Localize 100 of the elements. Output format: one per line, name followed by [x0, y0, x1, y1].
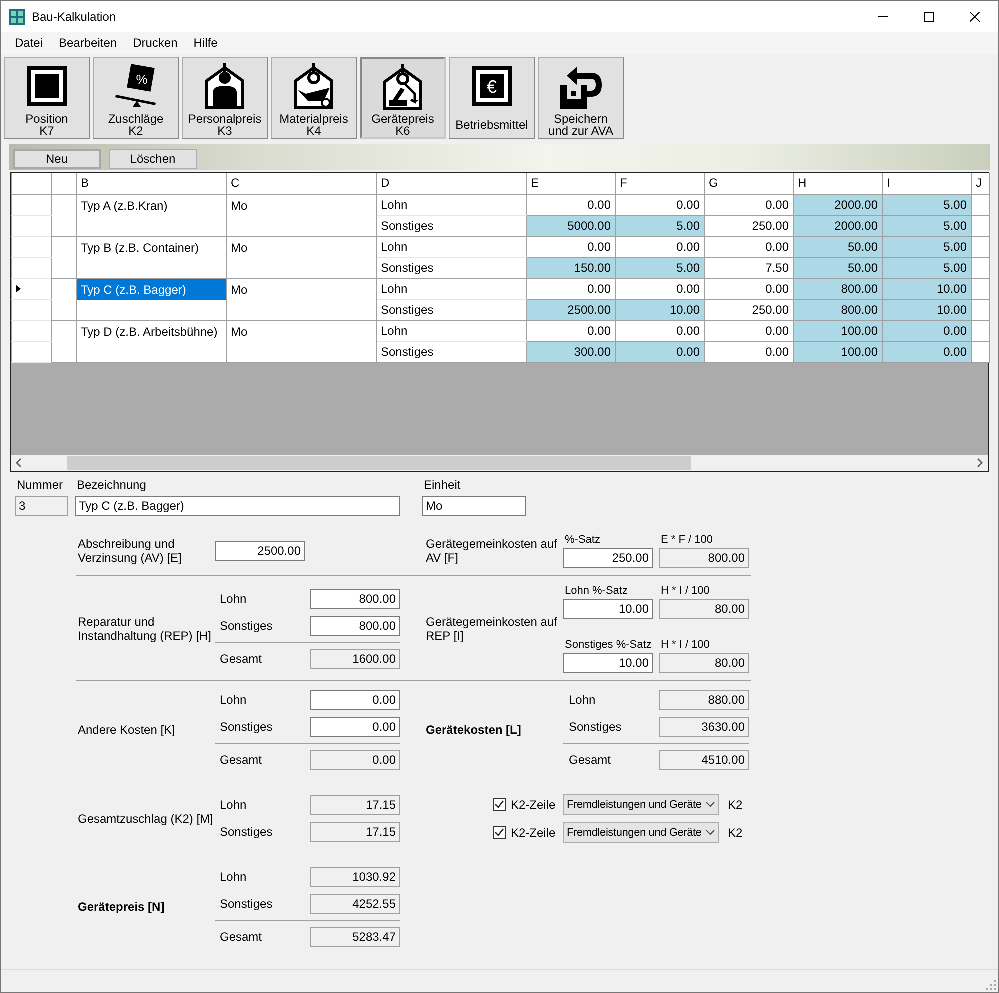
chevron-down-icon: [706, 830, 715, 836]
table-cell: Typ B (z.B. Container): [81, 240, 200, 254]
readonly-field[interactable]: 80.00: [659, 599, 749, 619]
checkbox-label: K2-Zeile: [511, 798, 557, 812]
table-cell: Sonstiges: [376, 299, 526, 320]
field-label: Sonstiges: [219, 720, 274, 734]
table-cell: 50.00: [794, 257, 882, 278]
chevron-down-icon: [706, 802, 715, 808]
toolbar-button[interactable]: Materialpreis K4: [271, 57, 357, 139]
app-icon: [9, 8, 25, 24]
table-cell: 0.00: [882, 320, 972, 341]
window-title: Bau-Kalkulation: [32, 10, 118, 24]
section-label: Gerätepreis [N]: [77, 900, 166, 914]
input-field[interactable]: 800.00: [310, 616, 400, 636]
checkbox[interactable]: [493, 826, 506, 839]
readonly-field[interactable]: 1030.92: [310, 867, 400, 887]
input-field[interactable]: 800.00: [310, 589, 400, 609]
field-label: Sonstiges %-Satz: [564, 639, 653, 652]
field-label: H * I / 100: [660, 639, 711, 652]
menu-item[interactable]: Hilfe: [186, 34, 226, 52]
column-header: C: [226, 173, 376, 194]
readonly-field[interactable]: 17.15: [310, 795, 400, 815]
table-cell: 5.00: [882, 215, 972, 236]
section-label: Andere Kosten [K]: [77, 723, 176, 737]
menu-item[interactable]: Datei: [7, 34, 52, 52]
dropdown[interactable]: Fremdleistungen und Geräte: [563, 822, 719, 843]
table-cell: 0.00: [616, 278, 704, 299]
input-field[interactable]: 250.00: [563, 548, 653, 568]
table-cell: 5.00: [882, 257, 972, 278]
field-label: Lohn: [568, 693, 597, 707]
menu-item[interactable]: Drucken: [125, 34, 186, 52]
field-label: H * I / 100: [660, 585, 711, 598]
input-field[interactable]: Typ C (z.B. Bagger): [75, 496, 400, 516]
table-cell: 0.00: [526, 236, 616, 257]
table-cell: Typ D (z.B. Arbeitsbühne): [81, 324, 218, 338]
table-cell: Mo: [231, 240, 248, 254]
table-cell: 10.00: [882, 278, 972, 299]
toolbar-button[interactable]: € Betriebsmittel: [449, 57, 535, 139]
column-header: H: [794, 173, 882, 194]
table-cell: 0.00: [704, 278, 794, 299]
readonly-field[interactable]: 880.00: [659, 690, 749, 710]
field-label: Lohn: [219, 592, 248, 606]
input-field[interactable]: 10.00: [563, 653, 653, 673]
readonly-field[interactable]: 0.00: [310, 750, 400, 770]
resize-grip-icon[interactable]: [986, 980, 996, 990]
table-cell: 2000.00: [794, 215, 882, 236]
column-header: I: [882, 173, 972, 194]
toolbar-button[interactable]: Gerätepreis K6: [360, 57, 446, 139]
table-cell: 5000.00: [526, 215, 616, 236]
checkbox[interactable]: [493, 798, 506, 811]
table-cell: Typ C (z.B. Bagger): [78, 279, 226, 300]
input-field[interactable]: 10.00: [563, 599, 653, 619]
readonly-field[interactable]: 5283.47: [310, 927, 400, 947]
action-button[interactable]: Neu: [13, 149, 101, 169]
table-cell: Lohn: [376, 278, 526, 299]
scrollbar-thumb[interactable]: [67, 456, 691, 470]
dropdown[interactable]: Fremdleistungen und Geräte: [563, 794, 719, 815]
table-cell: Sonstiges: [376, 341, 526, 362]
table-cell: 0.00: [704, 236, 794, 257]
table-cell: Mo: [231, 282, 248, 296]
table-cell: 100.00: [794, 341, 882, 362]
field-label: Lohn %-Satz: [564, 585, 629, 598]
table-cell: 800.00: [794, 299, 882, 320]
readonly-field[interactable]: 4252.55: [310, 894, 400, 914]
toolbar-button[interactable]: Speichern und zur AVA: [538, 57, 624, 139]
table-cell: Mo: [231, 324, 248, 338]
table-cell: 100.00: [794, 320, 882, 341]
field-label: Sonstiges: [568, 720, 623, 734]
toolbar-button[interactable]: Personalpreis K3: [182, 57, 268, 139]
table-cell: 0.00: [526, 278, 616, 299]
table-cell: 50.00: [794, 236, 882, 257]
section-label: Abschreibung und Verzinsung (AV) [E]: [77, 537, 183, 565]
input-field[interactable]: Mo: [422, 496, 526, 516]
table-cell: 5.00: [882, 194, 972, 215]
toolbar-button[interactable]: % Zuschläge K2: [93, 57, 179, 139]
field-label: Sonstiges: [219, 825, 274, 839]
input-field[interactable]: 0.00: [310, 717, 400, 737]
input-field[interactable]: 0.00: [310, 690, 400, 710]
input-field[interactable]: 2500.00: [215, 541, 305, 561]
table-cell: 0.00: [616, 236, 704, 257]
table-cell: Typ A (z.B.Kran): [81, 198, 168, 212]
readonly-field[interactable]: 17.15: [310, 822, 400, 842]
field-label: K2: [728, 798, 743, 812]
action-button[interactable]: Löschen: [109, 149, 197, 169]
table-cell: Lohn: [376, 236, 526, 257]
field-label: Gesamt: [568, 753, 612, 767]
field-label: Gesamt: [219, 753, 264, 767]
readonly-field[interactable]: 4510.00: [659, 750, 749, 770]
field-label: Sonstiges: [219, 619, 274, 633]
menu-item[interactable]: Bearbeiten: [51, 34, 126, 52]
readonly-field[interactable]: 3: [15, 496, 68, 516]
table-cell: 0.00: [704, 341, 794, 362]
readonly-field[interactable]: 80.00: [659, 653, 749, 673]
readonly-field[interactable]: 3630.00: [659, 717, 749, 737]
readonly-field[interactable]: 800.00: [659, 548, 749, 568]
field-label: Einheit: [423, 478, 462, 492]
table-cell: 250.00: [704, 215, 794, 236]
table-cell: 5.00: [616, 215, 704, 236]
toolbar-button[interactable]: Position K7: [4, 57, 90, 139]
readonly-field[interactable]: 1600.00: [310, 649, 400, 669]
